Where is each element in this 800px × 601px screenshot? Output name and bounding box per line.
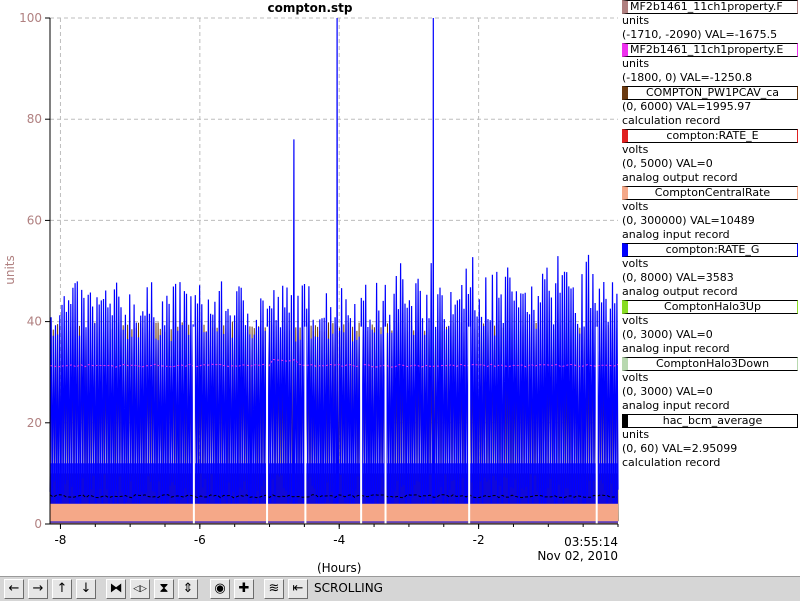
- x-tick-label: -6: [194, 533, 206, 547]
- y-tick-label: 20: [27, 416, 42, 430]
- data-gap: [266, 326, 269, 524]
- legend-series-name[interactable]: hac_bcm_average: [622, 414, 798, 428]
- series-ComptonCentralRate: [50, 503, 618, 522]
- legend-detail-line: analog output record: [622, 171, 738, 184]
- legend-entry[interactable]: ComptonHalo3Up volts (0, 3000) VAL=0 analog…: [622, 300, 798, 356]
- pan-right-button[interactable]: →: [28, 579, 48, 599]
- legend-entry[interactable]: ComptonHalo3Down volts (0, 3000) VAL=0 anal…: [622, 357, 798, 413]
- x-tick-label: -4: [333, 533, 345, 547]
- zoom-out-x-button[interactable]: ◁▷: [130, 579, 150, 599]
- legend-series-name[interactable]: ComptonHalo3Up: [622, 300, 798, 314]
- legend-detail-line: (0, 5000) VAL=0: [622, 157, 713, 170]
- legend-entry[interactable]: COMPTON_PW1PCAV_ca (0, 6000) VAL=1995.97 c…: [622, 86, 798, 128]
- series-traces: [49, 17, 619, 525]
- pan-up-button[interactable]: ↑: [52, 579, 72, 599]
- legend-detail-line: calculation record: [622, 456, 721, 469]
- y-tick-label: 40: [27, 315, 42, 329]
- legend-detail-line: analog output record: [622, 285, 738, 298]
- y-tick-label: 60: [27, 213, 42, 227]
- legend-detail-line: volts: [622, 143, 649, 156]
- x-axis-label: (Hours): [317, 561, 362, 575]
- reset-button[interactable]: ✚: [234, 579, 254, 599]
- y-axis-label: units: [3, 255, 17, 285]
- time-label: 03:55:14: [564, 535, 618, 549]
- legend-entry[interactable]: ComptonCentralRate volts (0, 300000) VAL=1…: [622, 186, 798, 242]
- legend-detail-line: (-1710, -2090) VAL=-1675.5: [622, 28, 778, 41]
- legend-detail-line: (0, 8000) VAL=3583: [622, 271, 734, 284]
- legend-detail-line: (0, 6000) VAL=1995.97: [622, 100, 752, 113]
- series-compton-RATE_G: [49, 17, 619, 524]
- legend-detail-line: (0, 3000) VAL=0: [622, 385, 713, 398]
- mode-toggle-button[interactable]: ⇤: [288, 579, 308, 599]
- autoscale-button[interactable]: ◉: [210, 579, 230, 599]
- legend-series-name[interactable]: compton:RATE_G: [622, 243, 798, 257]
- toolbar: SCROLLING ← → ↑ ↓ ⧓ ◁▷ ⧗ ⇕ ◉ ✚ ≋ ⇤: [0, 576, 800, 601]
- legend-detail-line: units: [622, 14, 650, 27]
- data-gap: [192, 326, 195, 524]
- data-gap: [360, 326, 363, 524]
- legend-series-name[interactable]: ComptonCentralRate: [622, 186, 798, 200]
- legend-series-name[interactable]: COMPTON_PW1PCAV_ca: [622, 86, 798, 100]
- zoom-out-y-button[interactable]: ⇕: [178, 579, 198, 599]
- legend-series-name[interactable]: MF2b1461_11ch1property.F: [622, 0, 798, 14]
- legend-detail-line: calculation record: [622, 114, 721, 127]
- y-tick-label: 0: [34, 517, 42, 531]
- y-tick-label: 100: [19, 11, 42, 25]
- date-label: Nov 02, 2010: [537, 549, 618, 563]
- legend-entry[interactable]: MF2b1461_11ch1property.F units (-1710, -20…: [622, 0, 798, 42]
- legend-detail-line: volts: [622, 314, 649, 327]
- data-gap: [304, 326, 307, 524]
- legend-entry[interactable]: compton:RATE_E volts (0, 5000) VAL=0 analog…: [622, 129, 798, 185]
- legend-detail-line: units: [622, 428, 650, 441]
- legend-detail-line: (0, 60) VAL=2.95099: [622, 442, 738, 455]
- legend-series-name[interactable]: compton:RATE_E: [622, 129, 798, 143]
- legend-detail-line: (-1800, 0) VAL=-1250.8: [622, 71, 753, 84]
- data-gap: [384, 326, 387, 524]
- legend-detail-line: volts: [622, 200, 649, 213]
- config-button[interactable]: ≋: [264, 579, 284, 599]
- legend-detail-line: analog input record: [622, 228, 730, 241]
- y-tick-label: 80: [27, 112, 42, 126]
- legend-entry[interactable]: compton:RATE_G volts (0, 8000) VAL=3583 ana…: [622, 243, 798, 299]
- legend-detail-line: units: [622, 57, 650, 70]
- x-tick-label: -8: [54, 533, 66, 547]
- legend-entry[interactable]: MF2b1461_11ch1property.E units (-1800, 0) …: [622, 43, 798, 85]
- x-tick-label: -2: [473, 533, 485, 547]
- zoom-in-y-button[interactable]: ⧗: [154, 579, 174, 599]
- legend-detail-line: volts: [622, 371, 649, 384]
- pan-down-button[interactable]: ↓: [76, 579, 96, 599]
- pan-left-button[interactable]: ←: [4, 579, 24, 599]
- data-gap: [468, 326, 471, 524]
- data-gap: [595, 326, 598, 524]
- plot-area[interactable]: 0 20 40 60 80 100 -8 -6 -4 -2 units (Hours) 03:55:14…: [0, 0, 620, 576]
- legend-detail-line: analog input record: [622, 342, 730, 355]
- legend-detail-line: volts: [622, 257, 649, 270]
- legend-series-name[interactable]: ComptonHalo3Down: [622, 357, 798, 371]
- legend-detail-line: (0, 300000) VAL=10489: [622, 214, 755, 227]
- legend-series-name[interactable]: MF2b1461_11ch1property.E: [622, 43, 798, 57]
- legend-entry[interactable]: hac_bcm_average units (0, 60) VAL=2.95099 c…: [622, 414, 798, 470]
- zoom-in-x-button[interactable]: ⧓: [106, 579, 126, 599]
- legend-detail-line: analog input record: [622, 399, 730, 412]
- scroll-status-label: SCROLLING: [314, 581, 383, 595]
- legend-detail-line: (0, 3000) VAL=0: [622, 328, 713, 341]
- series-MF2b1461_11ch1property-E: [49, 358, 619, 368]
